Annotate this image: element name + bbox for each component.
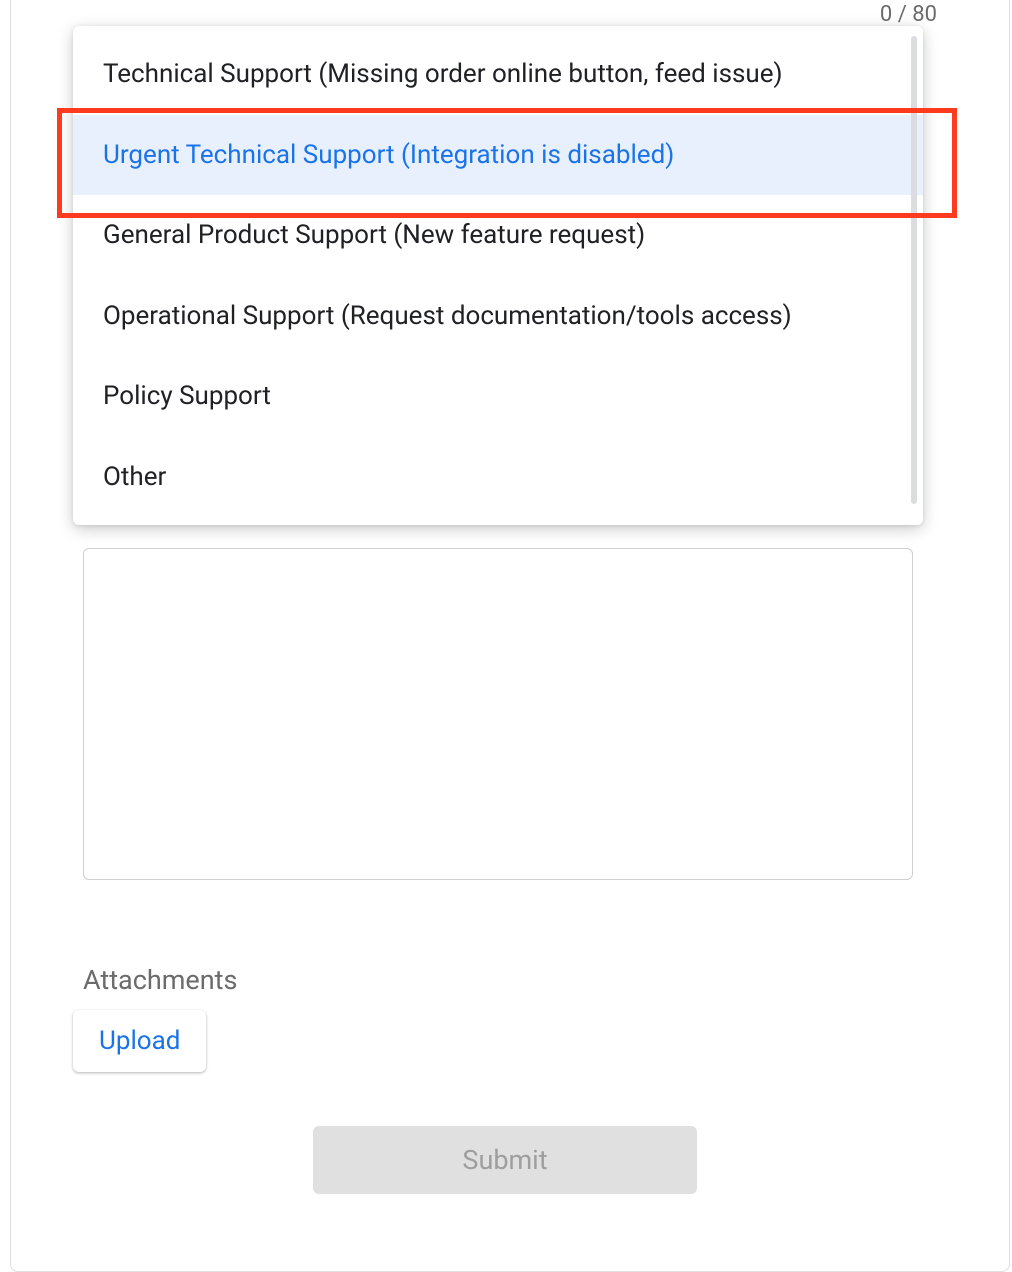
dropdown-option-general-product-support[interactable]: General Product Support (New feature req…	[73, 195, 923, 276]
dropdown-option-operational-support[interactable]: Operational Support (Request documentati…	[73, 276, 923, 357]
form-container: 0 / 80 Technical Support (Missing order …	[10, 0, 1010, 1272]
dropdown-option-policy-support[interactable]: Policy Support	[73, 356, 923, 437]
char-counter: 0 / 80	[880, 2, 937, 27]
dropdown-option-urgent-technical-support[interactable]: Urgent Technical Support (Integration is…	[73, 115, 923, 196]
category-dropdown-panel[interactable]: Technical Support (Missing order online …	[73, 26, 923, 525]
dropdown-scrollbar[interactable]	[911, 36, 917, 504]
upload-button[interactable]: Upload	[73, 1010, 206, 1072]
attachments-label: Attachments	[83, 964, 237, 996]
dropdown-option-other[interactable]: Other	[73, 437, 923, 518]
dropdown-option-technical-support[interactable]: Technical Support (Missing order online …	[73, 34, 923, 115]
submit-button[interactable]: Submit	[313, 1126, 697, 1194]
description-textarea[interactable]	[83, 548, 913, 880]
